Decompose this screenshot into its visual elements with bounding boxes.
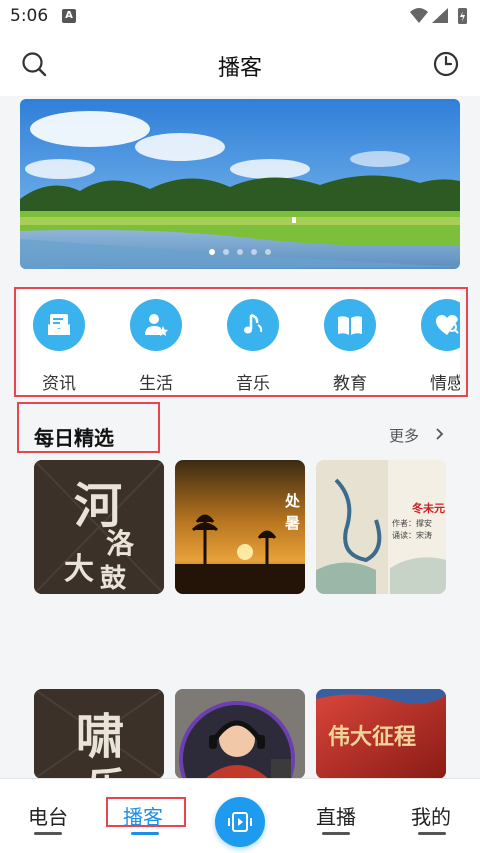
album-card[interactable]: 作者：撑安 诵读：宋涛 冬未元: [316, 460, 446, 594]
app-header: 播客: [0, 34, 480, 96]
album-art-text: 鼓: [100, 564, 127, 594]
nav-radio[interactable]: 电台: [28, 801, 68, 830]
album-art-text: 伟大征程: [328, 724, 417, 750]
notification-icon: A: [62, 9, 76, 23]
nav-mine[interactable]: 我的: [411, 801, 451, 830]
wifi-icon: [410, 8, 428, 23]
album-art-text: 暑: [285, 514, 301, 532]
status-bar: 5:06 A: [0, 0, 480, 34]
nav-podcast-highlight: [106, 797, 186, 827]
album-card[interactable]: [175, 689, 305, 779]
album-art-text: 洛: [106, 527, 135, 560]
play-video-button[interactable]: [215, 797, 265, 847]
carousel-indicator: [20, 240, 460, 259]
album-art-text: 作者：撑安: [392, 519, 432, 528]
album-art-text: 冬未元: [412, 502, 445, 515]
album-cover: [175, 689, 305, 779]
play-video-icon: [228, 812, 252, 832]
status-time: 5:06: [10, 6, 49, 26]
album-art-text: 大: [64, 552, 94, 587]
carousel-dot[interactable]: [265, 249, 271, 255]
carousel-dot[interactable]: [237, 249, 243, 255]
nav-active-indicator: [131, 832, 159, 835]
status-icons: [410, 8, 467, 24]
section-title-highlight: [17, 402, 160, 453]
page-title: 播客: [217, 56, 262, 81]
nav-indicator: [418, 832, 446, 835]
carousel-dot[interactable]: [223, 249, 229, 255]
album-art-text: 处: [285, 492, 301, 510]
album-card[interactable]: 处 暑: [175, 460, 305, 594]
carousel-dot[interactable]: [251, 249, 257, 255]
signal-icon: [432, 8, 448, 23]
album-card[interactable]: 河 洛 大 鼓: [34, 460, 164, 594]
more-link[interactable]: 更多: [389, 425, 419, 446]
album-art-text: 乐: [86, 755, 126, 779]
category-highlight: [14, 287, 468, 397]
carousel-dot[interactable]: [209, 249, 215, 255]
nav-live[interactable]: 直播: [316, 801, 356, 830]
nav-indicator: [322, 832, 350, 835]
chevron-right-icon[interactable]: [434, 427, 444, 441]
album-card[interactable]: 伟大征程: [316, 689, 446, 779]
nav-indicator: [34, 832, 62, 835]
banner-carousel[interactable]: [20, 99, 460, 269]
clock-icon[interactable]: [432, 50, 460, 78]
album-art-text: 诵读：宋涛: [392, 531, 432, 540]
album-card[interactable]: 啸 乐: [34, 689, 164, 779]
